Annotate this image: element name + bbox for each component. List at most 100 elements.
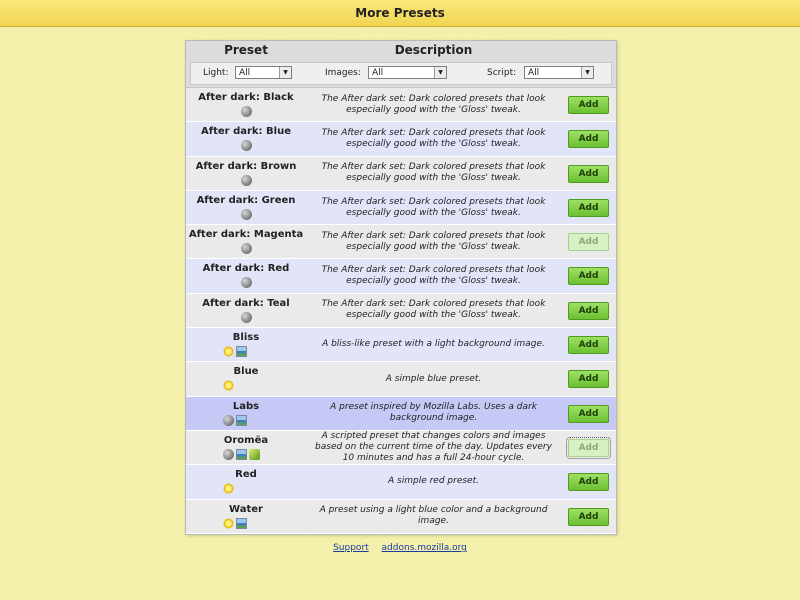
light-filter-select[interactable]: All ▼	[235, 66, 292, 79]
moon-icon	[240, 311, 252, 323]
add-preset-button[interactable]: Add	[568, 267, 609, 286]
table-row[interactable]: Red A simple red preset. Add	[186, 465, 616, 500]
addons-link[interactable]: addons.mozilla.org	[382, 543, 467, 553]
preset-name: After dark: Red	[202, 263, 290, 275]
add-preset-button[interactable]: Add	[568, 96, 609, 114]
preset-name: Oromëa	[223, 434, 269, 446]
table-row[interactable]: Bliss A bliss-like preset with a light ba…	[186, 328, 616, 363]
moon-icon	[240, 106, 252, 117]
preset-icons	[186, 517, 306, 530]
table-row[interactable]: After dark: Green The After dark set: Dar…	[186, 190, 616, 226]
moon-icon	[223, 414, 234, 426]
sun-icon	[223, 517, 234, 529]
table-row[interactable]: After dark: Magenta The After dark set: D…	[186, 225, 616, 260]
table-row[interactable]: After dark: Brown The After dark set: Dar…	[186, 156, 616, 191]
table-row[interactable]: After dark: Black The After dark set: Dar…	[186, 88, 616, 123]
preset-list: After dark: Black The After dark set: Dar…	[186, 88, 616, 534]
chevron-down-icon: ▼	[279, 67, 291, 78]
preset-description: A scripted preset that changes colors an…	[315, 431, 552, 464]
preset-cell: Labs	[186, 397, 306, 430]
preset-description: The After dark set: Dark colored presets…	[321, 265, 546, 287]
script-filter-label: Script:	[487, 68, 517, 78]
preset-cell: After dark: Teal	[186, 294, 306, 327]
preset-icons	[186, 414, 306, 427]
table-row[interactable]: After dark: Teal The After dark set: Dark…	[186, 293, 616, 329]
add-preset-button[interactable]: Add	[568, 198, 609, 217]
preset-name: After dark: Blue	[201, 126, 291, 138]
add-preset-button[interactable]: Add	[568, 473, 609, 492]
table-row[interactable]: Oromëa A scripted preset that changes col…	[186, 430, 616, 466]
presets-table: Preset Description Light: All ▼ Images: …	[185, 40, 617, 535]
script-icon	[249, 448, 260, 460]
preset-description: A simple blue preset.	[385, 373, 482, 384]
preset-description: The After dark set: Dark colored presets…	[321, 93, 546, 115]
window-title: More Presets	[0, 0, 800, 27]
table-row[interactable]: Blue A simple blue preset. Add	[186, 362, 616, 397]
preset-icons	[186, 380, 306, 392]
preset-description: The After dark set: Dark colored presets…	[321, 162, 546, 184]
preset-name: Red	[235, 469, 257, 481]
add-preset-button[interactable]: Add	[568, 233, 609, 252]
add-preset-button[interactable]: Add	[568, 164, 609, 183]
support-link[interactable]: Support	[333, 543, 369, 553]
preset-name: Water	[229, 503, 263, 515]
table-row[interactable]: Water A preset using a light blue color a…	[186, 499, 616, 534]
add-preset-button[interactable]: Add	[568, 130, 609, 149]
add-preset-button[interactable]: Add	[568, 301, 609, 320]
preset-cell: After dark: Magenta	[186, 225, 306, 258]
add-preset-button[interactable]: Add	[568, 336, 609, 355]
preset-icons	[186, 448, 306, 461]
add-preset-button[interactable]: Add	[566, 436, 611, 459]
preset-name: After dark: Brown	[195, 160, 297, 172]
image-icon	[236, 346, 247, 358]
sun-icon	[223, 483, 234, 495]
preset-cell: After dark: Brown	[186, 157, 306, 190]
preset-cell: Blue	[186, 362, 306, 395]
image-icon	[236, 448, 247, 460]
chevron-down-icon: ▼	[434, 67, 446, 78]
moon-icon	[223, 448, 234, 460]
images-filter-select[interactable]: All ▼	[368, 66, 447, 79]
image-icon	[236, 517, 247, 529]
preset-cell: After dark: Green	[186, 191, 306, 224]
add-preset-button[interactable]: Add	[568, 370, 609, 389]
preset-icons	[186, 311, 306, 324]
preset-icons	[186, 243, 306, 255]
preset-cell: Bliss	[186, 328, 306, 361]
preset-cell: Red	[186, 465, 306, 498]
preset-icons	[186, 208, 306, 221]
moon-icon	[240, 277, 252, 289]
preset-icons	[186, 140, 306, 152]
preset-name: After dark: Green	[196, 194, 296, 206]
preset-description: A preset inspired by Mozilla Labs. Uses …	[330, 402, 537, 424]
preset-name: Labs	[232, 400, 260, 412]
sun-icon	[223, 346, 234, 358]
preset-column-header: Preset	[224, 43, 268, 57]
add-preset-button[interactable]: Add	[568, 507, 609, 526]
table-row[interactable]: After dark: Red The After dark set: Dark …	[186, 259, 616, 294]
preset-cell: After dark: Blue	[186, 122, 306, 155]
add-preset-button[interactable]: Add	[568, 404, 609, 423]
script-filter-select[interactable]: All ▼	[524, 66, 594, 79]
moon-icon	[240, 174, 252, 186]
moon-icon	[240, 140, 252, 152]
preset-description: The After dark set: Dark colored presets…	[321, 299, 546, 321]
table-row[interactable]: Labs A preset inspired by Mozilla Labs. U…	[186, 396, 616, 431]
preset-name: After dark: Teal	[202, 297, 290, 309]
preset-cell: Oromëa	[186, 431, 306, 464]
preset-description: The After dark set: Dark colored presets…	[321, 127, 546, 149]
preset-icons	[186, 277, 306, 289]
preset-description: The After dark set: Dark colored presets…	[321, 196, 546, 218]
table-row[interactable]: After dark: Blue The After dark set: Dark…	[186, 122, 616, 157]
images-filter-label: Images:	[325, 68, 361, 78]
table-header: Preset Description Light: All ▼ Images: …	[186, 41, 616, 88]
image-icon	[236, 414, 247, 426]
preset-name: Bliss	[232, 332, 260, 344]
preset-icons	[186, 174, 306, 187]
chevron-down-icon: ▼	[581, 67, 593, 78]
preset-name: Blue	[233, 366, 259, 378]
moon-icon	[240, 243, 252, 255]
preset-cell: After dark: Red	[186, 259, 306, 292]
preset-description: A simple red preset.	[388, 476, 479, 487]
sun-icon	[223, 380, 234, 392]
